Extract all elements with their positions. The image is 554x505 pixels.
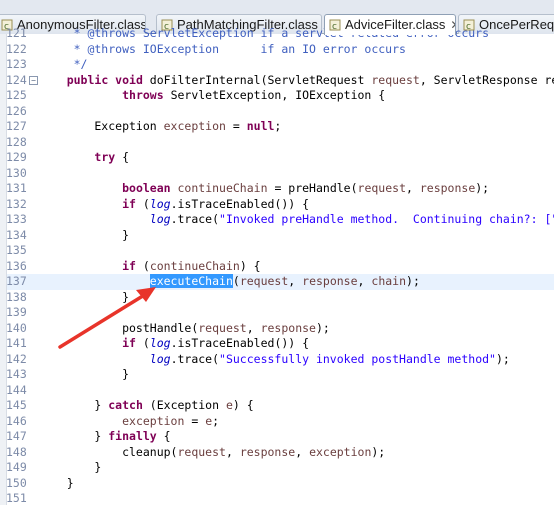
code-line[interactable]: 132 if (log.isTraceEnabled()) { [0, 197, 554, 213]
code-line[interactable]: 141 if (log.isTraceEnabled()) { [0, 336, 554, 352]
line-number: 141 [6, 336, 27, 350]
line-number: 146 [6, 413, 27, 428]
line-number: 145 [6, 398, 27, 412]
line-number: 121 [6, 26, 27, 40]
code-line[interactable]: 147 } finally { [0, 429, 554, 445]
code-text: public void doFilterInternal(ServletRequ… [66, 72, 554, 87]
code-line[interactable]: 139 [0, 305, 554, 321]
line-number: 128 [6, 134, 27, 149]
code-line[interactable]: 133 log.trace("Invoked preHandle method.… [0, 212, 554, 228]
code-line[interactable]: 122 * @throws IOException if an IO error… [0, 42, 554, 58]
svg-text:c: c [332, 22, 337, 31]
code-line[interactable]: 145 } catch (Exception e) { [0, 398, 554, 414]
line-number: 142 [6, 351, 27, 366]
code-line[interactable]: 137 executeChain(request, response, chai… [0, 274, 554, 290]
code-text: if (log.isTraceEnabled()) { [122, 196, 310, 211]
code-line[interactable]: 121 * @throws ServletException if a serv… [0, 26, 554, 42]
line-number: 148 [6, 444, 27, 459]
code-text: } [39, 460, 102, 474]
code-text: } [39, 475, 74, 490]
code-text: if (log.isTraceEnabled()) { [122, 336, 310, 350]
line-number: 140 [6, 320, 27, 335]
code-text: log.trace("Successfully invoked postHand… [149, 351, 510, 366]
line-number: 147 [6, 429, 27, 443]
selected-method-name[interactable]: executeChain [149, 274, 233, 288]
code-line[interactable]: 127 Exception exception = null; [0, 119, 554, 135]
fold-collapse-icon[interactable]: − [29, 75, 38, 85]
code-text: try { [94, 150, 130, 164]
line-number: 139 [6, 305, 27, 319]
code-line[interactable]: 129 try { [0, 150, 554, 166]
code-text: } [39, 367, 130, 381]
tab-advice-filter[interactable]: c AdviceFilter.class ✕ [324, 14, 456, 35]
line-number: 135 [6, 243, 27, 257]
close-tab-icon[interactable]: ✕ [450, 16, 455, 35]
code-text: } [39, 227, 130, 242]
code-line[interactable]: 136 if (continueChain) { [0, 259, 554, 275]
code-line[interactable]: 124− public void doFilterInternal(Servle… [0, 73, 554, 89]
line-number: 125 [6, 88, 27, 102]
line-number: 127 [6, 119, 27, 133]
line-number: 133 [6, 212, 27, 226]
code-line[interactable]: 146 exception = e; [0, 414, 554, 430]
code-line[interactable]: 148 cleanup(request, response, exception… [0, 445, 554, 461]
line-number: 138 [6, 289, 27, 304]
line-number: 126 [6, 103, 27, 118]
line-number: 136 [6, 258, 27, 273]
code-line[interactable]: 149 } [0, 460, 554, 476]
annotation-ruler [0, 34, 7, 505]
code-line[interactable]: 142 log.trace("Successfully invoked post… [0, 352, 554, 368]
code-line[interactable]: 130 [0, 166, 554, 182]
code-text: log.trace("Invoked preHandle method. Con… [149, 212, 554, 226]
code-text: executeChain(request, response, chain); [149, 274, 420, 288]
code-text: } [39, 289, 130, 304]
code-text: * @throws IOException if an IO error occ… [39, 41, 406, 56]
code-line[interactable]: 131 boolean continueChain = preHandle(re… [0, 181, 554, 197]
code-line[interactable]: 138 } [0, 290, 554, 306]
code-text: boolean continueChain = preHandle(reques… [122, 181, 490, 195]
line-number: 131 [6, 181, 27, 195]
code-text: } finally { [39, 429, 171, 443]
line-number: 144 [6, 382, 27, 397]
code-text: cleanup(request, response, exception); [39, 444, 386, 459]
line-number: 130 [6, 165, 27, 180]
line-number: 143 [6, 367, 27, 381]
code-line[interactable]: 135 [0, 243, 554, 259]
code-text: Exception exception = null; [39, 119, 282, 133]
code-line[interactable]: 143 } [0, 367, 554, 383]
code-line[interactable]: 128 [0, 135, 554, 151]
line-number: 132 [6, 196, 27, 211]
line-number: 122 [6, 41, 27, 56]
class-file-icon: c [329, 17, 341, 32]
line-number: 137 [6, 274, 27, 288]
code-line[interactable]: 140 postHandle(request, response); [0, 321, 554, 337]
line-number: 150 [6, 475, 27, 490]
code-line[interactable]: 144 [0, 383, 554, 399]
code-text: postHandle(request, response); [39, 320, 330, 335]
line-number: 129 [6, 150, 27, 164]
code-text: if (continueChain) { [122, 258, 261, 273]
code-line[interactable]: 125 throws ServletException, IOException… [0, 88, 554, 104]
code-line[interactable]: 126 [0, 104, 554, 120]
code-editor[interactable]: 121 * @throws ServletException if a serv… [0, 26, 554, 505]
code-line[interactable]: 134 } [0, 228, 554, 244]
code-text: exception = e; [122, 413, 220, 428]
code-line[interactable]: 151 [0, 491, 554, 505]
line-number: 134 [6, 227, 27, 242]
tab-label: AdviceFilter.class [345, 17, 446, 32]
code-text: */ [39, 57, 88, 71]
code-line[interactable]: 123 */ [0, 57, 554, 73]
line-number: 149 [6, 460, 27, 474]
code-line[interactable]: 150 } [0, 476, 554, 492]
line-number: 151 [6, 491, 27, 505]
line-number: 123 [6, 57, 27, 71]
code-text: } catch (Exception e) { [39, 398, 254, 412]
code-text: throws ServletException, IOException { [122, 88, 386, 102]
